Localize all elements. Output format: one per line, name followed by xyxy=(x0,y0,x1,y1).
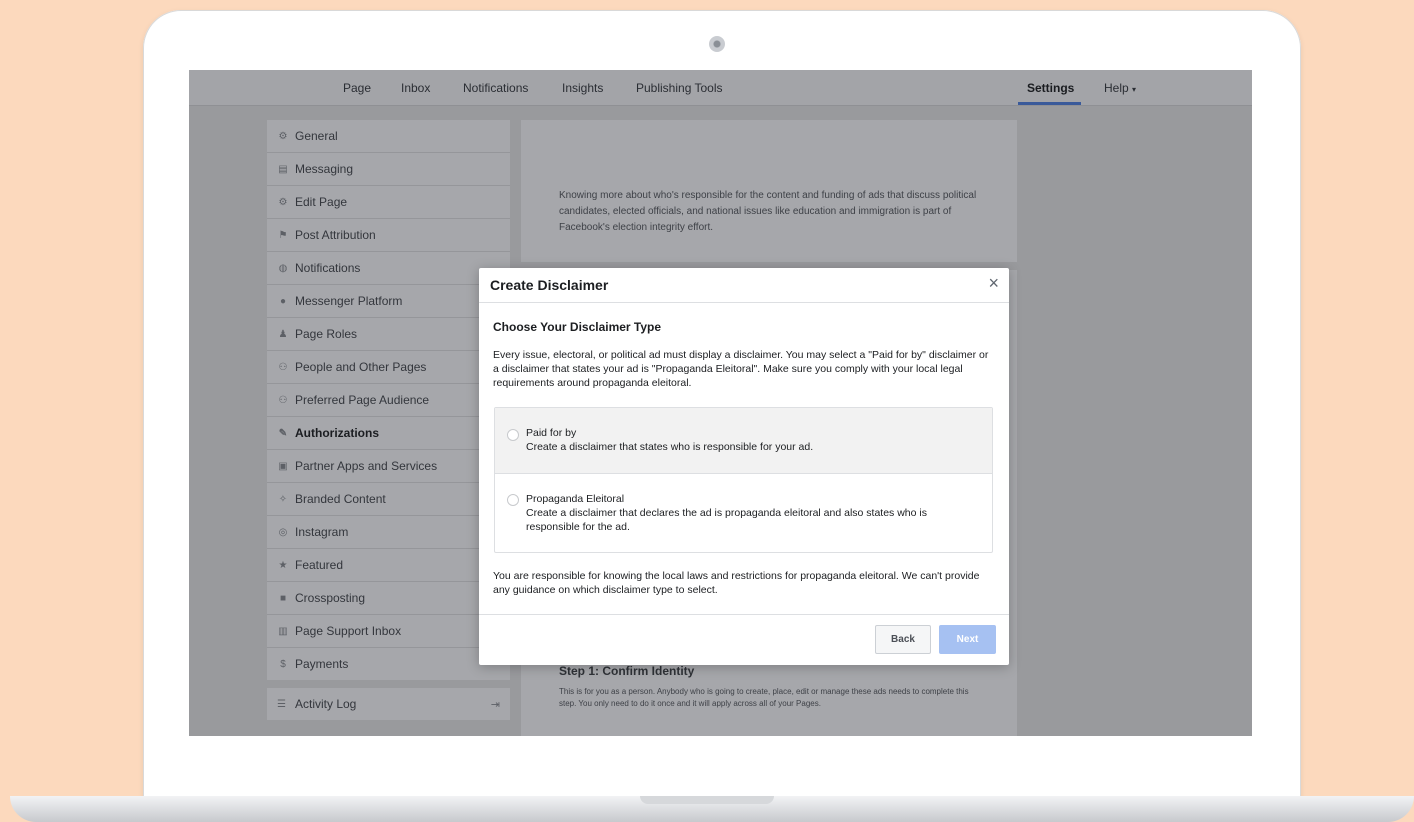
radio-button[interactable] xyxy=(507,429,519,441)
sidebar-item-people-and-other-pages[interactable]: ⚇ People and Other Pages xyxy=(267,351,510,384)
sidebar-item-page-roles[interactable]: ♟ Page Roles xyxy=(267,318,510,351)
top-navigation: Page Inbox Notifications Insights Publis… xyxy=(189,70,1252,106)
sidebar-item-label: Instagram xyxy=(295,525,349,539)
gear-icon: ⚙ xyxy=(278,196,288,208)
nav-settings[interactable]: Settings xyxy=(1027,81,1074,95)
list-icon: ☰ xyxy=(277,698,286,710)
instagram-icon: ◎ xyxy=(278,526,288,538)
option-propaganda-eleitoral[interactable]: Propaganda Eleitoral Create a disclaimer… xyxy=(495,474,992,552)
authorizations-intro-panel: Knowing more about who's responsible for… xyxy=(521,120,1017,262)
nav-help[interactable]: Help ▾ xyxy=(1104,81,1136,95)
chevron-down-icon: ▾ xyxy=(1132,85,1137,94)
disclaimer-type-options: Paid for by Create a disclaimer that sta… xyxy=(494,407,993,553)
sidebar-item-crossposting[interactable]: ■ Crossposting xyxy=(267,582,510,615)
sidebar-item-label: Crossposting xyxy=(295,591,366,605)
nav-page[interactable]: Page xyxy=(343,81,371,95)
sidebar-item-label: Payments xyxy=(295,657,349,671)
sidebar-item-label: Activity Log xyxy=(295,697,357,711)
people-icon: ⚇ xyxy=(278,361,288,373)
exit-icon: ⇥ xyxy=(490,698,500,711)
sidebar-item-label: People and Other Pages xyxy=(295,360,427,374)
radio-button[interactable] xyxy=(507,494,519,506)
nav-publishing-tools[interactable]: Publishing Tools xyxy=(636,81,723,95)
dollar-icon: $ xyxy=(280,658,286,670)
sidebar-item-label: Edit Page xyxy=(295,195,348,209)
step-title: Step 1: Confirm Identity xyxy=(559,664,695,678)
flag-icon: ⚑ xyxy=(278,229,288,241)
nav-insights[interactable]: Insights xyxy=(562,81,603,95)
sidebar-item-label: General xyxy=(295,129,338,143)
nav-inbox[interactable]: Inbox xyxy=(401,81,430,95)
active-tab-indicator xyxy=(1018,102,1081,105)
sidebar-item-preferred-page-audience[interactable]: ⚇ Preferred Page Audience xyxy=(267,384,510,417)
sidebar-item-edit-page[interactable]: ⚙ Edit Page xyxy=(267,186,510,219)
sidebar-item-notifications[interactable]: ◍ Notifications xyxy=(267,252,510,285)
sidebar-item-label: Messenger Platform xyxy=(295,294,403,308)
sidebar-item-label: Notifications xyxy=(295,261,361,275)
inbox-icon: ▥ xyxy=(278,625,288,637)
dialog-title: Create Disclaimer xyxy=(490,277,609,293)
nav-notifications[interactable]: Notifications xyxy=(463,81,528,95)
sidebar-item-messenger-platform[interactable]: ● Messenger Platform xyxy=(267,285,510,318)
close-icon[interactable]: × xyxy=(988,273,999,293)
option-label: Propaganda Eleitoral xyxy=(526,493,625,505)
sidebar-item-label: Messaging xyxy=(295,162,354,176)
wrench-icon: ✎ xyxy=(278,427,288,439)
dialog-intro: Every issue, electoral, or political ad … xyxy=(493,349,989,389)
sidebar-item-label: Page Support Inbox xyxy=(295,624,402,638)
step-text: This is for you as a person. Anybody who… xyxy=(559,687,969,708)
option-description: Create a disclaimer that states who is r… xyxy=(526,441,814,453)
sidebar-item-partner-apps[interactable]: ▣ Partner Apps and Services xyxy=(267,450,510,483)
next-button[interactable]: Next xyxy=(939,625,996,654)
sidebar-item-label: Preferred Page Audience xyxy=(295,393,430,407)
option-description: Create a disclaimer that declares the ad… xyxy=(526,507,927,533)
sidebar-item-label: Authorizations xyxy=(295,426,379,440)
sidebar-item-general[interactable]: ⚙ General xyxy=(267,120,510,153)
sidebar-item-payments[interactable]: $ Payments xyxy=(267,648,510,680)
handshake-icon: ✧ xyxy=(278,493,288,505)
intro-text: Knowing more about who's responsible for… xyxy=(559,190,977,233)
create-disclaimer-dialog: Create Disclaimer × Choose Your Disclaim… xyxy=(479,268,1009,665)
sidebar-item-authorizations[interactable]: ✎ Authorizations xyxy=(267,417,510,450)
settings-sidebar: ⚙ General ▤ Messaging ⚙ Edit Page ⚑ Post Att… xyxy=(267,120,510,680)
dialog-footnote: You are responsible for knowing the loca… xyxy=(493,570,980,596)
sidebar-item-branded-content[interactable]: ✧ Branded Content xyxy=(267,483,510,516)
video-icon: ■ xyxy=(279,592,287,604)
back-button[interactable]: Back xyxy=(875,625,931,654)
nav-help-label: Help xyxy=(1104,81,1129,95)
gear-icon: ⚙ xyxy=(278,130,288,142)
option-paid-for-by[interactable]: Paid for by Create a disclaimer that sta… xyxy=(495,408,992,474)
globe-icon: ◍ xyxy=(278,262,288,274)
sidebar-item-label: Post Attribution xyxy=(295,228,376,242)
sidebar-item-label: Partner Apps and Services xyxy=(295,459,438,473)
laptop-notch xyxy=(640,796,774,804)
sidebar-item-label: Branded Content xyxy=(295,492,386,506)
sidebar-item-page-support-inbox[interactable]: ▥ Page Support Inbox xyxy=(267,615,510,648)
star-icon: ★ xyxy=(278,559,288,571)
screen: Page Inbox Notifications Insights Publis… xyxy=(189,70,1252,736)
sidebar-item-post-attribution[interactable]: ⚑ Post Attribution xyxy=(267,219,510,252)
sidebar-item-instagram[interactable]: ◎ Instagram xyxy=(267,516,510,549)
dialog-footer: Back Next xyxy=(479,614,1009,666)
sidebar-item-label: Featured xyxy=(295,558,344,572)
chat-icon: ▤ xyxy=(278,163,288,175)
sidebar-item-messaging[interactable]: ▤ Messaging xyxy=(267,153,510,186)
sidebar-item-featured[interactable]: ★ Featured xyxy=(267,549,510,582)
section-title: Choose Your Disclaimer Type xyxy=(493,320,662,334)
person-icon: ♟ xyxy=(278,328,288,340)
sidebar-item-label: Page Roles xyxy=(295,327,358,341)
people-icon: ⚇ xyxy=(278,394,288,406)
sidebar-item-activity-log[interactable]: ☰ Activity Log ⇥ xyxy=(267,688,510,720)
apps-icon: ▣ xyxy=(278,460,288,472)
camera-icon xyxy=(709,36,725,52)
messenger-icon: ● xyxy=(279,295,287,307)
option-label: Paid for by xyxy=(526,427,577,439)
dialog-header: Create Disclaimer × xyxy=(479,268,1009,303)
